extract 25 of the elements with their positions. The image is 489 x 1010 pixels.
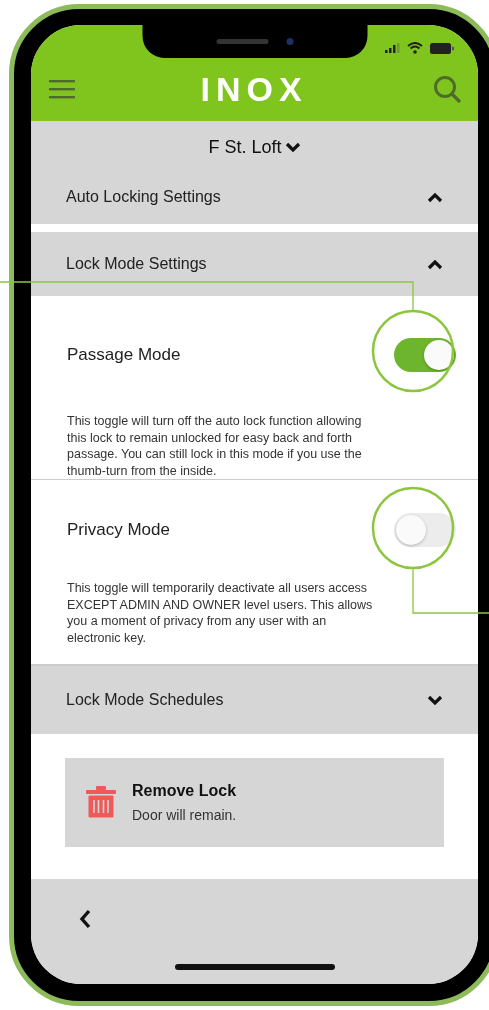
card-title: Remove Lock [132, 782, 237, 800]
setting-description: This toggle will turn off the auto lock function allowing this lock to remain unlocked for easy back and forth passage. You can still lock in this mode if you use the thumb-turn from the inside. [67, 413, 363, 479]
section-title: Auto Locking Settings [66, 188, 221, 206]
signal-icon [385, 43, 400, 53]
setting-label: Passage Mode [67, 344, 181, 365]
back-icon[interactable] [78, 909, 92, 929]
chevron-down-icon [284, 142, 301, 153]
setting-label: Privacy Mode [67, 520, 170, 540]
card-subtitle: Door will remain. [132, 807, 237, 823]
setting-description: This toggle will temporarily deactivate all users access EXCEPT ADMIN AND OWNER level users. This allows you a moment of privacy from any user with an electronic key. [67, 580, 374, 646]
search-icon[interactable] [433, 75, 461, 103]
section-title: Lock Mode Settings [66, 255, 207, 273]
battery-icon [430, 42, 454, 54]
app-logo: INOX [200, 69, 308, 109]
toggle-switch[interactable] [394, 337, 456, 372]
menu-icon[interactable] [49, 79, 75, 99]
section-title: Lock Mode Schedules [66, 691, 224, 709]
trash-icon [85, 786, 117, 819]
toggle-switch[interactable] [394, 513, 456, 547]
remove-lock-card[interactable]: Remove Lock Door will remain. [65, 758, 444, 847]
location-selector[interactable]: F St. Loft [208, 137, 301, 158]
wifi-icon [407, 42, 423, 54]
section-header[interactable]: Lock Mode Settings [31, 232, 478, 296]
section-header[interactable]: Lock Mode Schedules [31, 666, 478, 734]
section-header[interactable]: Auto Locking Settings [31, 170, 478, 224]
